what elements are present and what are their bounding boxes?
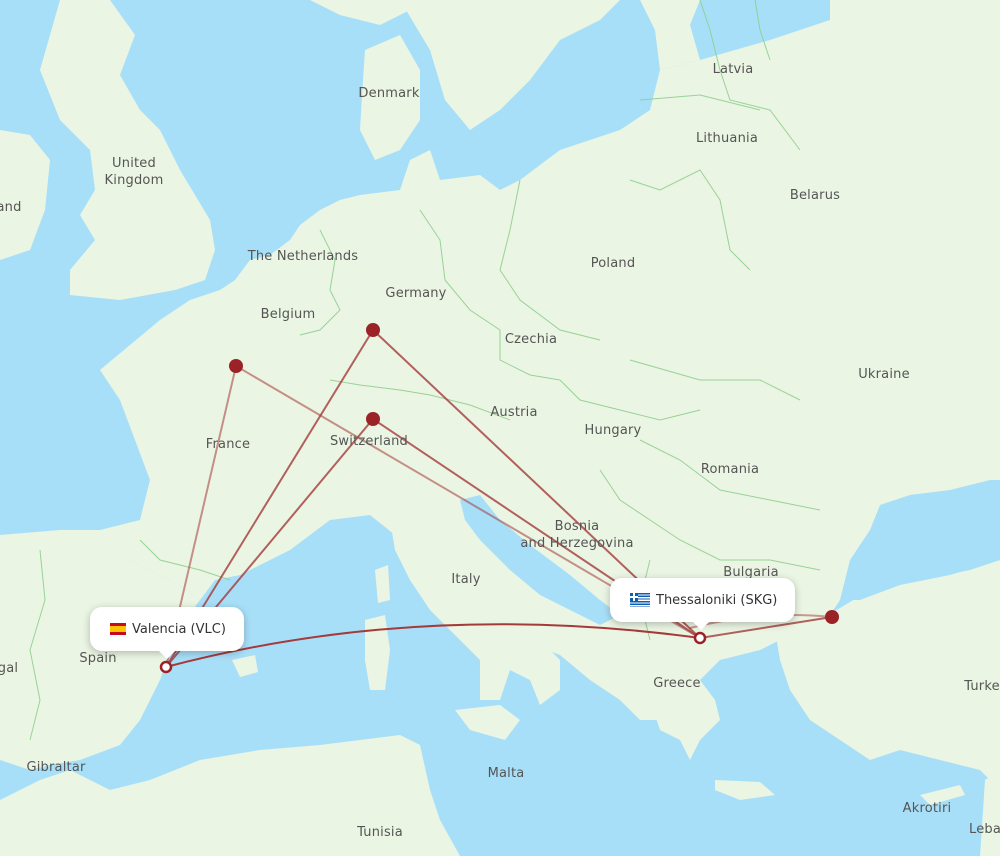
label-portugal: gal	[0, 661, 19, 676]
label-austria: Austria	[490, 405, 538, 420]
label-latvia: Latvia	[712, 62, 754, 77]
label-uk-line1: United	[112, 156, 156, 171]
label-germany: Germany	[385, 286, 447, 301]
destination-label: Thessaloniki (SKG)	[656, 592, 778, 608]
label-france: France	[205, 437, 251, 452]
origin-label: Valencia (VLC)	[132, 621, 226, 637]
label-tunisia: Tunisia	[357, 825, 403, 840]
label-bosnia-line2: and Herzegovina	[520, 536, 634, 551]
label-czechia: Czechia	[504, 332, 558, 347]
destination-marker[interactable]	[693, 631, 707, 645]
label-ukraine: Ukraine	[858, 367, 910, 382]
spain-flag-icon	[110, 623, 126, 635]
route-map[interactable]	[0, 0, 1000, 856]
label-romania: Romania	[700, 462, 760, 477]
label-spain: Spain	[79, 651, 117, 666]
label-uk-line2: Kingdom	[104, 173, 164, 188]
label-lithuania: Lithuania	[695, 131, 759, 146]
marker-zurich[interactable]	[366, 412, 380, 426]
label-greece: Greece	[653, 676, 701, 691]
label-gibraltar: Gibraltar	[26, 760, 86, 775]
destination-callout[interactable]: Thessaloniki (SKG)	[610, 578, 796, 630]
label-belgium: Belgium	[260, 307, 316, 322]
label-italy: Italy	[451, 572, 481, 587]
label-netherlands: The Netherlands	[247, 249, 359, 264]
origin-callout[interactable]: Valencia (VLC)	[90, 607, 244, 659]
greece-flag-icon	[630, 593, 650, 607]
label-lebanon: Leba	[968, 822, 1000, 837]
marker-frankfurt[interactable]	[366, 323, 380, 337]
marker-istanbul[interactable]	[825, 610, 839, 624]
label-switzerland: Switzerland	[329, 434, 409, 449]
label-bosnia-line1: Bosnia	[554, 519, 600, 534]
marker-paris[interactable]	[229, 359, 243, 373]
label-poland: Poland	[590, 256, 636, 271]
label-ireland: and	[0, 200, 22, 215]
origin-marker[interactable]	[159, 660, 173, 674]
label-hungary: Hungary	[584, 423, 642, 438]
label-belarus: Belarus	[789, 188, 841, 203]
label-turkey: Turke	[964, 679, 1000, 694]
land-sardinia	[365, 615, 390, 690]
label-akrotiri: Akrotiri	[902, 801, 952, 816]
label-malta: Malta	[487, 766, 525, 781]
label-denmark: Denmark	[358, 86, 420, 101]
